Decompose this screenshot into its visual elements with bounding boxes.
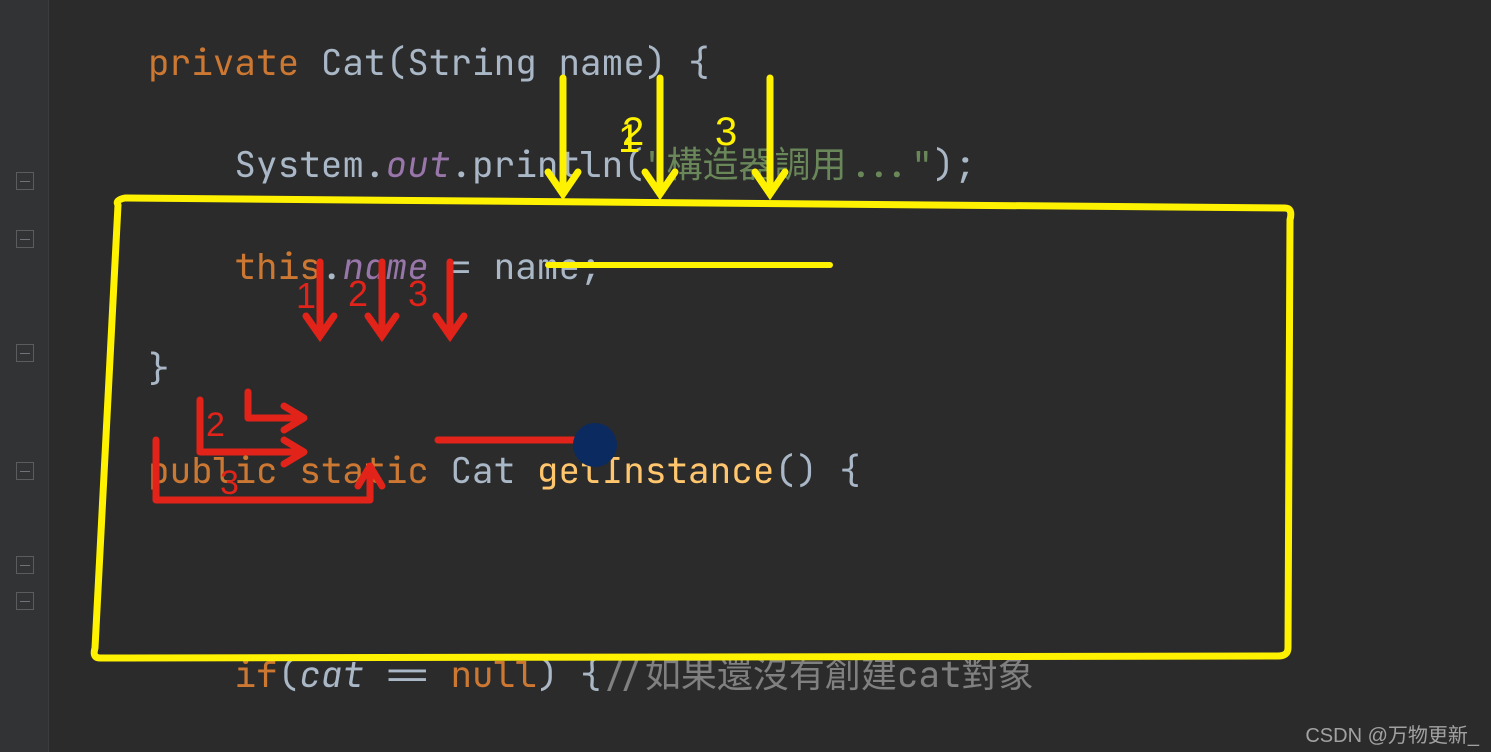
fold-marker[interactable] — [16, 230, 34, 248]
code-line: private Cat(String name) { — [148, 32, 1491, 92]
fold-marker[interactable] — [16, 344, 34, 362]
gutter — [0, 0, 49, 752]
code-line: } — [148, 338, 1491, 398]
code-line: System.out.println("構造器調用..."); — [148, 134, 1491, 194]
code-area[interactable]: private Cat(String name) { System.out.pr… — [48, 0, 1491, 752]
fold-marker[interactable] — [16, 592, 34, 610]
fold-marker[interactable] — [16, 556, 34, 574]
code-line: this.name = name; — [148, 236, 1491, 296]
watermark: CSDN @万物更新_ — [1305, 719, 1479, 748]
code-line: cat = new Cat("小可愛"); — [148, 746, 1491, 752]
code-editor: private Cat(String name) { System.out.pr… — [0, 0, 1491, 752]
code-line — [148, 542, 1491, 602]
code-line: if(cat == null) {//如果還沒有創建cat對象 — [148, 644, 1491, 704]
fold-marker[interactable] — [16, 462, 34, 480]
code-line: public static Cat getInstance() { — [148, 440, 1491, 500]
fold-marker[interactable] — [16, 172, 34, 190]
